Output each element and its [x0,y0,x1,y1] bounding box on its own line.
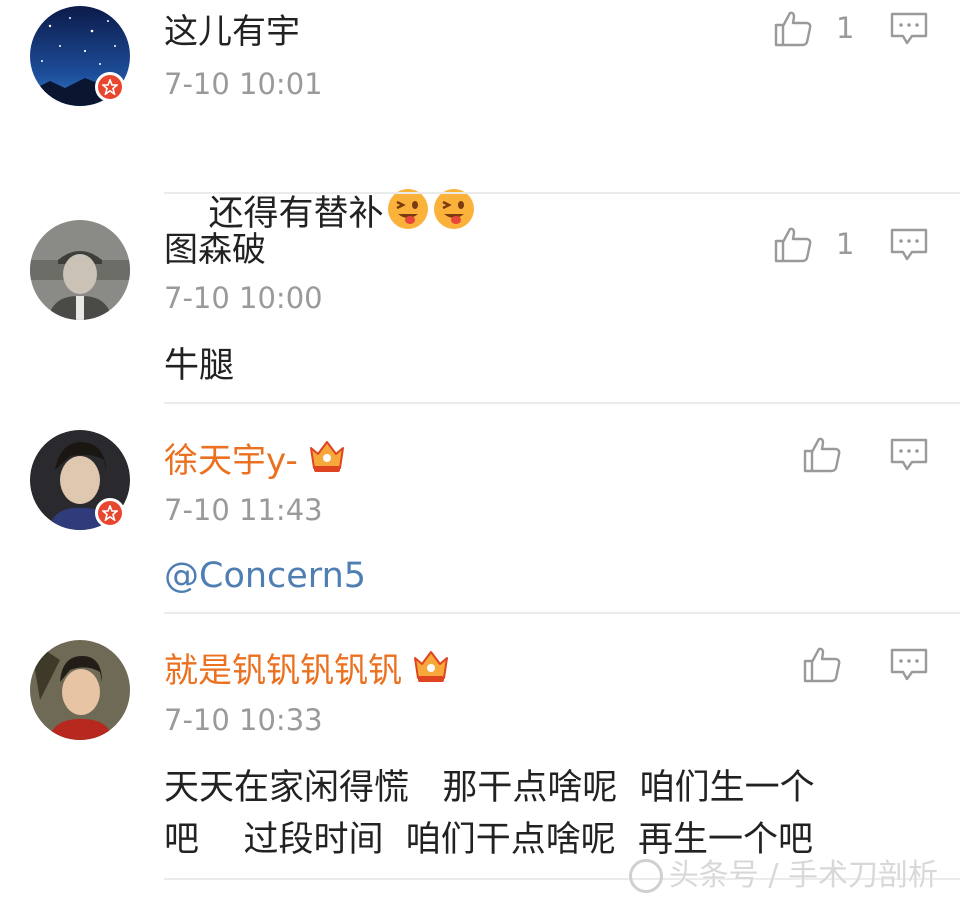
verified-badge-icon [95,498,125,528]
like-count: 1 [836,11,855,45]
like-button[interactable] [773,8,813,48]
thumbs-up-icon [803,647,841,683]
username-text: 图森破 [164,230,266,270]
crown-icon [308,438,346,483]
reply-button[interactable] [890,438,928,472]
watermark: 头条号 / 手术刀剖析 [628,856,938,896]
like-button[interactable] [802,644,842,684]
thumbs-up-icon [774,11,812,47]
avatar[interactable] [30,220,130,320]
like-button[interactable] [773,224,813,264]
username[interactable]: 徐天宇y- [164,438,346,483]
comment-time: 7-10 10:33 [164,703,323,737]
mention-link[interactable]: @Concern5 [164,546,366,606]
reply-button[interactable] [890,12,928,46]
watermark-text: 头条号 / 手术刀剖析 [668,858,938,893]
reply-icon [890,12,928,45]
toutiao-logo-icon [628,859,663,893]
like-button[interactable] [802,434,842,474]
reply-icon [890,438,928,471]
reply-button[interactable] [890,648,928,682]
comment-time: 7-10 11:43 [164,493,323,527]
comment-time: 7-10 10:00 [164,281,323,315]
username[interactable]: 图森破 [164,230,266,270]
comment-item: 徐天宇y- 7-10 11:43 @Concern5 [0,404,960,614]
verified-badge-icon [95,72,125,102]
comment-item: 图森破 7-10 10:00 牛腿 1 [0,194,960,404]
username-text: 就是钒钒钒钒钒 [164,650,402,691]
comment-text: 牛腿 [164,346,235,386]
comment-text-line: 天天在家闲得慌 那干点啥呢 咱们生一个 [164,768,815,808]
reply-icon [890,228,928,261]
thumbs-up-icon [774,227,812,263]
username-text: 徐天宇y- [164,440,298,481]
avatar[interactable] [30,640,130,740]
comment-item: 这儿有宇 7-10 10:01 还得有替补 1 [0,0,960,234]
comment-time: 7-10 10:01 [164,67,323,101]
reply-button[interactable] [890,228,928,262]
reply-icon [890,648,928,681]
username[interactable]: 这儿有宇 [164,12,300,52]
crown-icon [412,648,450,693]
thumbs-up-icon [803,437,841,473]
like-count: 1 [836,227,855,261]
username-text: 这儿有宇 [164,12,300,52]
username[interactable]: 就是钒钒钒钒钒 [164,648,450,693]
